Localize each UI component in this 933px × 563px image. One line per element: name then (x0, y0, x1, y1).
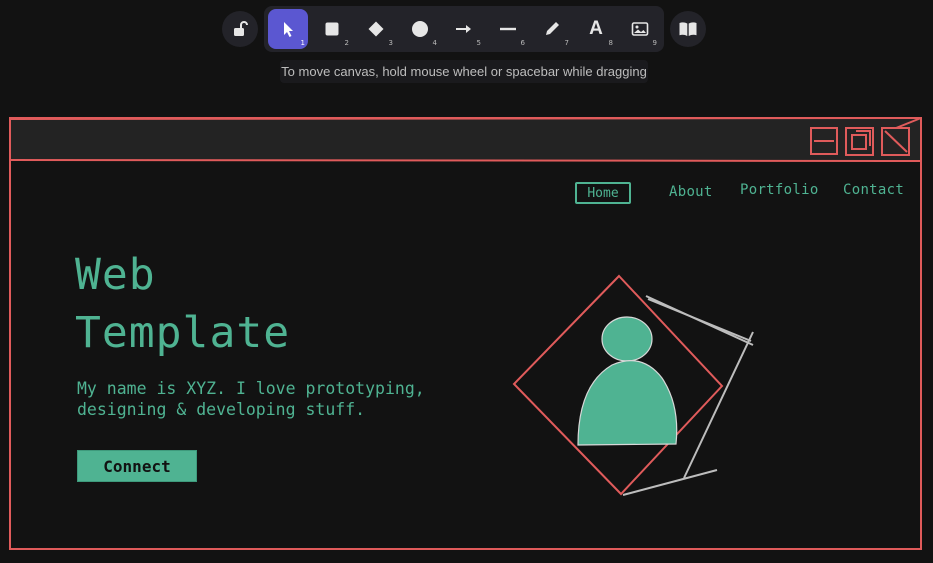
hero-description-line-2: designing & developing stuff. (77, 400, 366, 419)
connect-button[interactable]: Connect (77, 450, 197, 482)
hero-description-line-1: My name is XYZ. I love prototyping, (77, 379, 425, 398)
nav-about-link[interactable]: About (669, 184, 713, 200)
nav-contact-link[interactable]: Contact (843, 182, 904, 198)
hero-title-line-2: Template (75, 308, 291, 358)
hero-description: My name is XYZ. I love prototyping, desi… (77, 378, 477, 420)
hero-title-line-1: Web (75, 250, 156, 300)
hero-title: Web Template (75, 246, 435, 362)
avatar-illustration (577, 316, 678, 446)
nav-portfolio-link[interactable]: Portfolio (740, 182, 819, 198)
nav-home-link[interactable]: Home (575, 182, 631, 204)
